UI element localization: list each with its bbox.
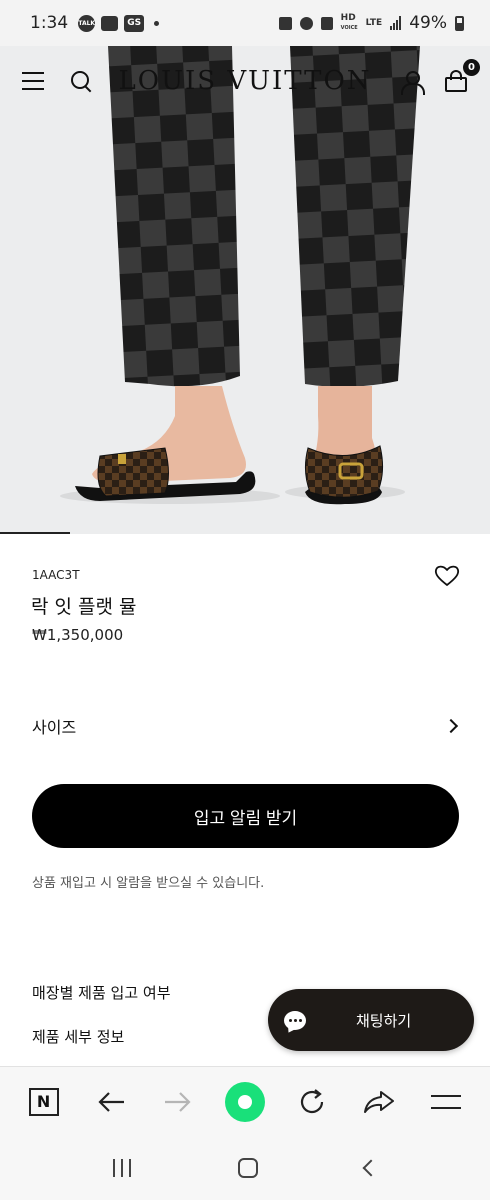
back-button[interactable]	[88, 1079, 134, 1125]
android-nav-bar	[0, 1136, 490, 1200]
account-icon[interactable]	[400, 70, 425, 95]
image-pager-indicator	[0, 532, 70, 534]
restock-note: 상품 재입고 시 알람을 받으실 수 있습니다.	[32, 876, 265, 891]
talk-icon: TALK	[78, 14, 96, 32]
status-right: HD VOICE LTE 49%	[278, 12, 464, 33]
chat-bubble-icon	[284, 1010, 306, 1030]
lte-indicator: LTE	[365, 17, 383, 28]
home-nav-icon[interactable]	[237, 1158, 258, 1178]
wishlist-heart-icon[interactable]	[434, 564, 460, 588]
alarm-icon	[299, 16, 313, 30]
back-nav-icon[interactable]	[362, 1159, 380, 1177]
chat-button[interactable]: 채팅하기	[268, 989, 474, 1051]
refresh-icon	[301, 1088, 324, 1113]
store-availability-link[interactable]: 매장별 제품 입고 여부	[32, 982, 171, 1003]
product-image[interactable]	[0, 46, 490, 534]
site-header: LOUIS VUITTON 0	[0, 46, 490, 116]
battery-percent: 49%	[409, 13, 447, 33]
gallery-icon	[101, 15, 119, 31]
status-left: 1:34 TALK GS	[30, 13, 160, 33]
recents-icon[interactable]	[113, 1159, 132, 1177]
gs-icon: GS	[124, 14, 145, 32]
product-price: ₩1,350,000	[32, 626, 124, 644]
chevron-right-icon	[443, 718, 459, 734]
browser-menu-button[interactable]	[423, 1079, 469, 1125]
size-label: 사이즈	[32, 718, 77, 737]
product-details-link[interactable]: 제품 세부 정보	[32, 1026, 124, 1047]
home-icon	[224, 1081, 265, 1122]
shopping-bag-icon[interactable]: 0	[444, 59, 480, 93]
chat-label: 채팅하기	[356, 1011, 412, 1030]
hamburger-menu-icon[interactable]	[22, 72, 44, 90]
share-button[interactable]	[356, 1079, 402, 1125]
naver-icon: N	[28, 1087, 59, 1116]
more-notifications-dot	[154, 20, 160, 26]
refresh-button[interactable]	[289, 1079, 335, 1125]
signal-icon	[390, 16, 402, 30]
forward-arrow-icon	[164, 1091, 191, 1112]
hd-voice-indicator: HD VOICE	[340, 12, 358, 33]
browser-toolbar: N	[0, 1066, 490, 1136]
product-photo	[0, 46, 490, 534]
battery-icon	[455, 15, 464, 31]
naver-tab-button[interactable]: N	[21, 1079, 67, 1125]
cart-count-badge: 0	[463, 59, 480, 76]
mute-icon	[320, 16, 333, 30]
home-button[interactable]	[222, 1079, 268, 1125]
menu-icon	[431, 1094, 462, 1109]
share-icon	[364, 1090, 395, 1113]
status-bar: 1:34 TALK GS HD VOICE LTE 49%	[0, 0, 490, 46]
header-actions: 0	[400, 59, 480, 95]
forward-button[interactable]	[155, 1079, 201, 1125]
lock-icon	[278, 16, 292, 30]
search-icon[interactable]	[70, 70, 92, 92]
voice-label: VOICE	[340, 24, 358, 31]
hd-label: HD	[340, 12, 356, 23]
notify-restock-button[interactable]: 입고 알림 받기	[32, 784, 459, 848]
back-arrow-icon	[98, 1091, 124, 1112]
status-time: 1:34	[30, 13, 69, 33]
product-sku: 1AAC3T	[32, 568, 80, 582]
product-name: 락 잇 플랫 뮬	[31, 596, 137, 618]
size-selector[interactable]: 사이즈	[32, 706, 460, 746]
